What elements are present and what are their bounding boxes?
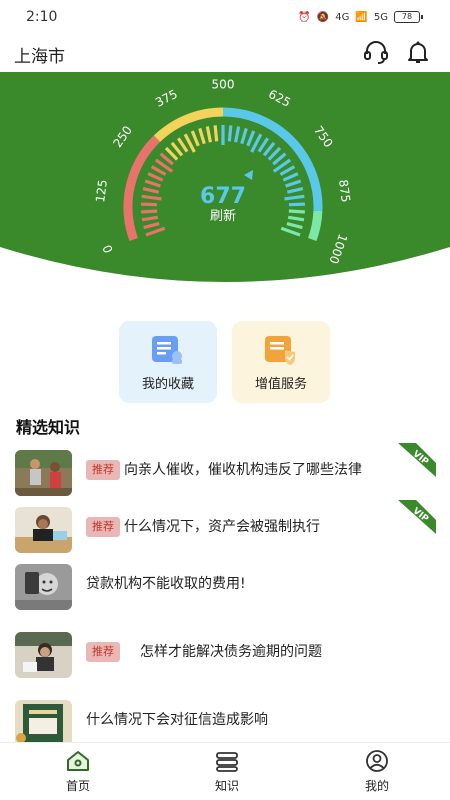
gauge-scale-label: 125 bbox=[93, 179, 110, 204]
app-header: 上海市 bbox=[0, 34, 450, 74]
book-icon bbox=[216, 752, 238, 772]
gauge-scale-label: 500 bbox=[212, 78, 235, 92]
gauge-tick bbox=[140, 202, 158, 207]
article-thumbnail bbox=[15, 564, 72, 610]
gauge-tick bbox=[288, 202, 306, 207]
city-selector[interactable]: 上海市 bbox=[14, 42, 65, 67]
article-title: 什么情况下会对征信造成影响 bbox=[86, 712, 268, 728]
list-item[interactable]: 推荐 什么情况下，资产会被强制执行 VIP bbox=[0, 500, 450, 559]
article-title: 什么情况下，资产会被强制执行 bbox=[124, 519, 320, 535]
status-icons: ⏰ 🔕 4G 📶 5G 78 bbox=[298, 9, 423, 25]
gauge-background bbox=[0, 72, 450, 282]
gauge-tick bbox=[227, 125, 233, 142]
battery-icon: 78 bbox=[394, 11, 423, 23]
nav-profile-label: 我的 bbox=[364, 779, 389, 793]
score-value: 677 bbox=[200, 184, 246, 209]
favorites-button[interactable]: 我的收藏 bbox=[119, 321, 217, 403]
credit-score-panel: 0 125 250 375 500 625 750 875 1000 677 刷新 bbox=[0, 72, 450, 302]
vip-ribbon-icon: VIP bbox=[392, 443, 436, 477]
value-added-service-label: 增值服务 bbox=[254, 377, 307, 392]
status-time: 2:10 bbox=[26, 9, 58, 25]
gauge-scale-label: 875 bbox=[336, 179, 353, 204]
refresh-button[interactable]: 刷新 bbox=[210, 208, 236, 224]
profile-icon bbox=[366, 750, 388, 772]
article-thumbnail bbox=[15, 450, 72, 496]
recommend-badge: 推荐 bbox=[86, 460, 120, 480]
bell-icon[interactable] bbox=[404, 38, 432, 66]
gauge-tick bbox=[288, 209, 305, 214]
mute-icon: 🔕 bbox=[316, 11, 330, 23]
value-added-service-button[interactable]: 增值服务 bbox=[232, 321, 330, 403]
customer-service-icon[interactable] bbox=[362, 38, 390, 66]
bottom-nav: 首页 知识 我的 bbox=[0, 742, 450, 800]
article-title: 向亲人催收，催收机构违反了哪些法律 bbox=[124, 462, 362, 478]
favorites-label: 我的收藏 bbox=[141, 377, 194, 392]
alarm-icon: ⏰ bbox=[298, 11, 311, 23]
vip-ribbon-icon: VIP bbox=[392, 500, 436, 534]
bookmark-icon bbox=[150, 334, 186, 366]
net-b-label: 5G bbox=[373, 11, 388, 23]
list-item[interactable]: 推荐 向亲人催收，催收机构违反了哪些法律 VIP bbox=[0, 443, 450, 502]
nav-home[interactable]: 首页 bbox=[38, 749, 118, 794]
nav-knowledge[interactable]: 知识 bbox=[187, 749, 267, 794]
nav-home-label: 首页 bbox=[65, 779, 90, 793]
recommend-badge: 推荐 bbox=[86, 517, 120, 537]
nav-profile[interactable]: 我的 bbox=[337, 749, 417, 794]
article-thumbnail bbox=[15, 507, 72, 553]
article-title: 怎样才能解决债务逾期的问题 bbox=[140, 644, 322, 660]
section-title: 精选知识 bbox=[16, 418, 81, 437]
status-bar: 2:10 ⏰ 🔕 4G 📶 5G 78 bbox=[0, 0, 450, 34]
article-title: 贷款机构不能收取的费用! bbox=[86, 576, 246, 592]
service-icon bbox=[263, 334, 299, 366]
gauge-tick bbox=[141, 209, 158, 214]
gauge-tick bbox=[213, 125, 219, 142]
recommend-badge: 推荐 bbox=[86, 642, 120, 662]
net-a-label: 4G bbox=[335, 11, 350, 23]
credit-gauge: 01252503755006257508751000 677 刷新 bbox=[0, 72, 450, 282]
wifi-icon: 📶 bbox=[355, 11, 368, 23]
home-icon bbox=[67, 751, 89, 771]
article-thumbnail bbox=[15, 632, 72, 678]
nav-knowledge-label: 知识 bbox=[214, 779, 239, 793]
list-item[interactable]: 贷款机构不能收取的费用! bbox=[0, 560, 450, 616]
list-item[interactable]: 推荐 怎样才能解决债务逾期的问题 bbox=[0, 628, 450, 684]
article-thumbnail bbox=[15, 700, 72, 746]
